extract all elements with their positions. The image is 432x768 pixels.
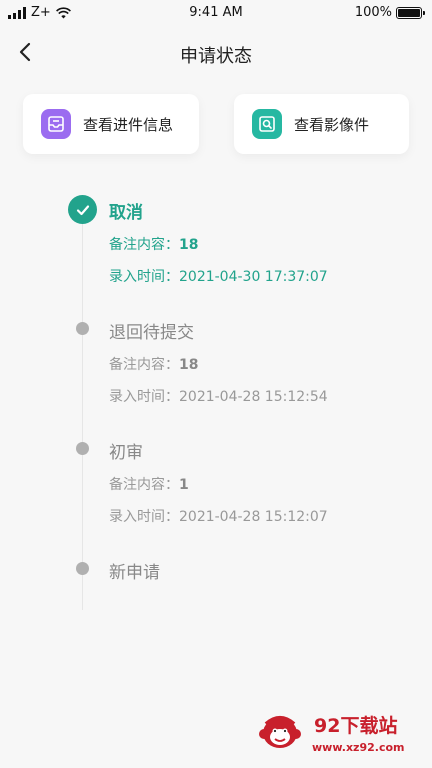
step-status: 退回待提交	[109, 323, 194, 343]
step-time: 录入时间：2021-04-28 15:12:07	[109, 506, 328, 526]
mail-tray-icon	[41, 109, 71, 139]
remark-value: 18	[179, 357, 199, 373]
status-bar: Z+ 9:41 AM 100%	[0, 0, 432, 26]
step-remark: 备注内容：1	[109, 474, 189, 494]
remark-label: 备注内容：	[109, 357, 179, 373]
view-application-info-label: 查看进件信息	[83, 115, 174, 134]
battery-percent: 100%	[354, 5, 392, 20]
remark-value: 18	[179, 237, 199, 253]
view-application-info-button[interactable]: 查看进件信息	[23, 94, 199, 154]
image-search-icon	[252, 109, 282, 139]
page-title: 申请状态	[180, 46, 252, 67]
step-status: 新申请	[109, 563, 160, 583]
view-images-button[interactable]: 查看影像件	[234, 94, 409, 154]
mascot-logo-icon	[259, 716, 301, 748]
timeline-line	[82, 222, 83, 610]
check-icon	[68, 195, 97, 224]
time-value: 2021-04-28 15:12:07	[179, 509, 328, 525]
remark-label: 备注内容：	[109, 477, 179, 493]
watermark: 92下载站 www.xz92.com	[256, 706, 426, 760]
battery-icon	[396, 6, 425, 19]
time-label: 录入时间：	[109, 509, 179, 525]
time-label: 录入时间：	[109, 389, 179, 405]
time-value: 2021-04-28 15:12:54	[179, 389, 328, 405]
watermark-url: www.xz92.com	[312, 741, 405, 754]
step-remark: 备注内容：18	[109, 354, 198, 374]
watermark-title: 92下载站	[314, 715, 398, 737]
time-value: 2021-04-30 17:37:07	[179, 269, 328, 285]
time-label: 录入时间：	[109, 269, 179, 285]
remark-value: 1	[179, 477, 189, 493]
step-time: 录入时间：2021-04-28 15:12:54	[109, 386, 328, 406]
step-time: 录入时间：2021-04-30 17:37:07	[109, 266, 328, 286]
step-dot	[76, 562, 89, 575]
step-status: 取消	[109, 203, 143, 223]
step-dot	[76, 322, 89, 335]
step-remark: 备注内容：18	[109, 234, 198, 254]
remark-label: 备注内容：	[109, 237, 179, 253]
view-images-label: 查看影像件	[294, 115, 370, 134]
nav-bar: 申请状态	[0, 30, 432, 76]
step-dot	[76, 442, 89, 455]
step-status: 初审	[109, 443, 143, 463]
